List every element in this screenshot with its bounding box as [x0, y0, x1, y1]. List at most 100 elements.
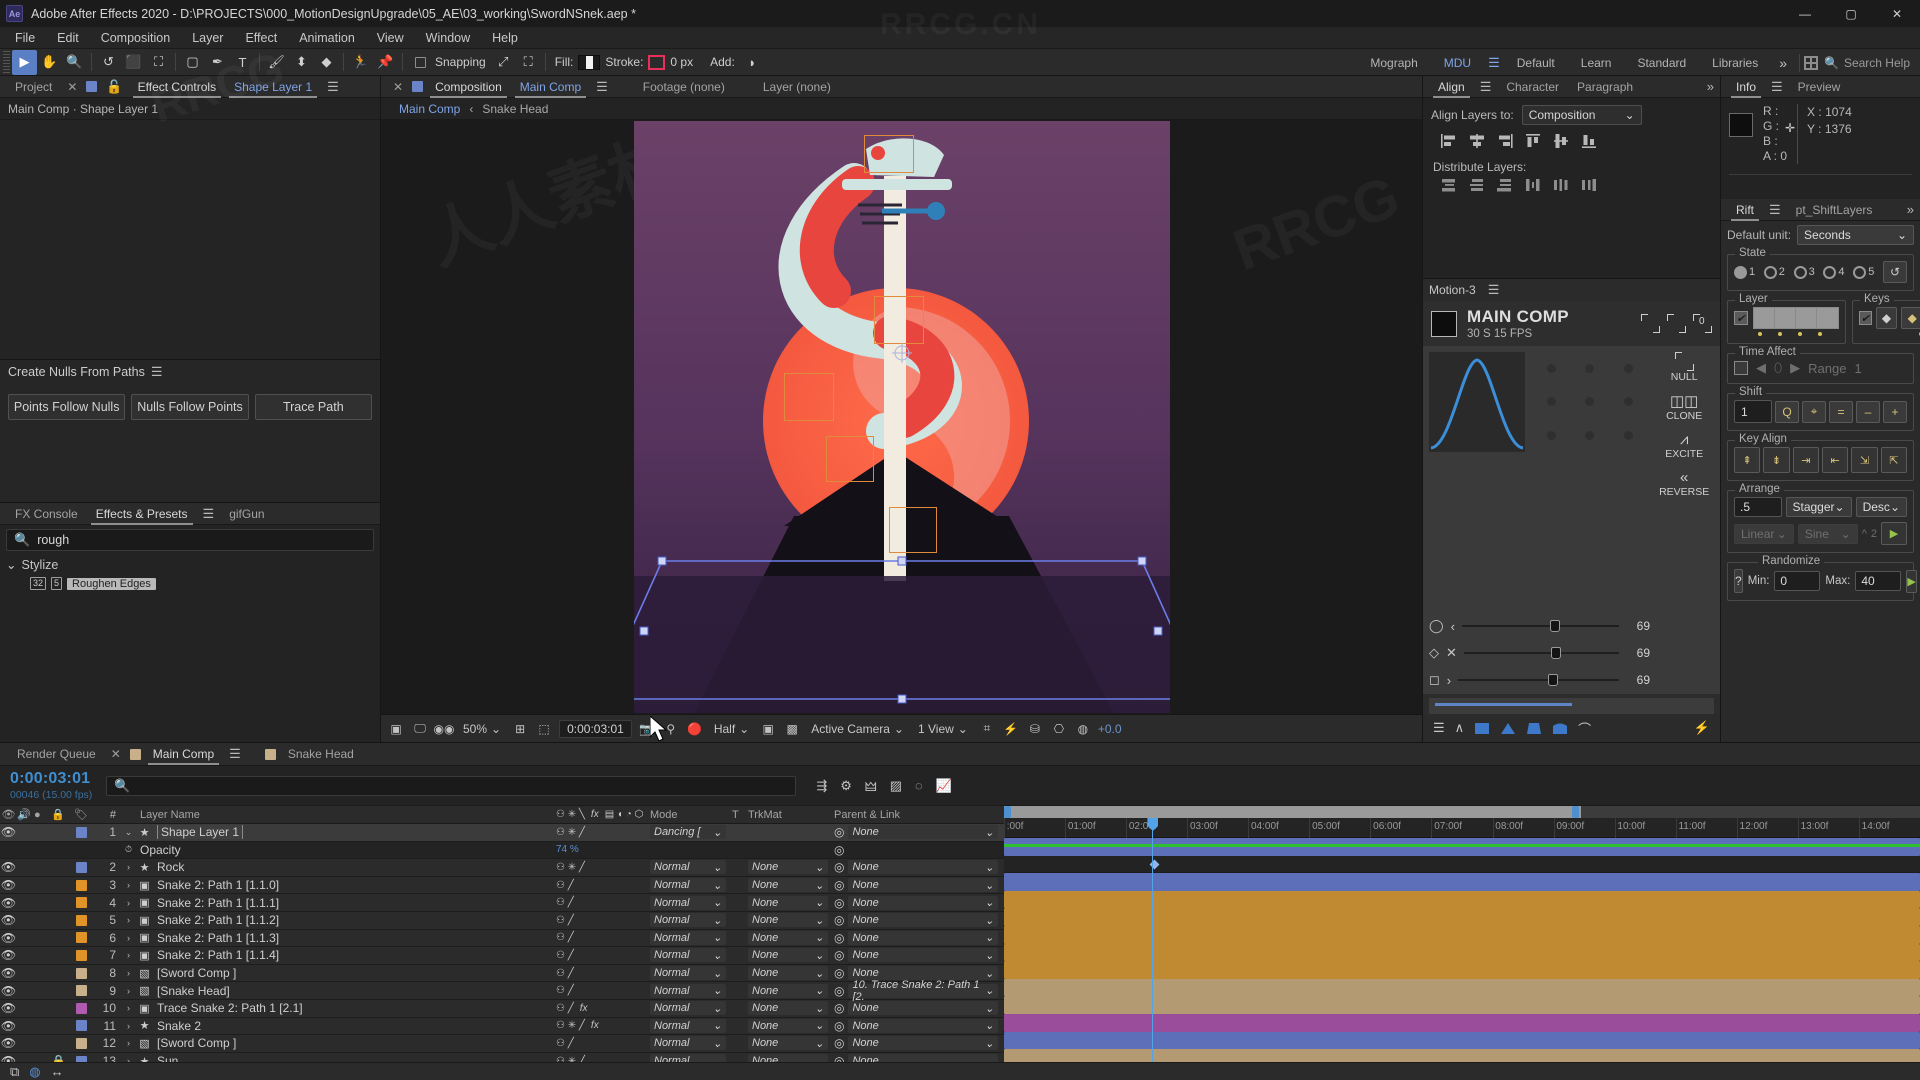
parent-pickwhip-icon[interactable]: ◎	[834, 1001, 844, 1015]
tab-snake-head[interactable]: Snake Head	[279, 743, 363, 765]
anchor-dot[interactable]	[1623, 430, 1633, 440]
trkmat-select[interactable]: None ⌄	[748, 1001, 828, 1016]
parent-select[interactable]: None ⌄	[848, 1054, 998, 1062]
arrange-mode-select[interactable]: Stagger ⌄	[1785, 497, 1852, 517]
lock-icon[interactable]: 🔓	[100, 79, 128, 95]
shift-q-button[interactable]: Q	[1775, 400, 1799, 423]
visibility-toggle-icon[interactable]: 👁	[0, 984, 17, 998]
tab-layer[interactable]: Layer (none)	[754, 76, 840, 98]
draft-3d-icon[interactable]: ⚙	[840, 778, 852, 794]
trkmat-select[interactable]: None ⌄	[748, 878, 828, 893]
distribute-bottom-icon[interactable]	[1495, 176, 1515, 194]
minimize-icon[interactable]: —	[1782, 0, 1828, 27]
blend-mode-select[interactable]: Normal ⌄	[650, 930, 726, 945]
layer-name[interactable]: Sun	[157, 1054, 178, 1062]
panel-menu-icon[interactable]: ☰	[1765, 79, 1789, 95]
arrange-run-button[interactable]: ▶	[1881, 522, 1908, 545]
align-center-vertical-icon[interactable]	[1551, 132, 1571, 150]
hide-shy-layers-icon[interactable]: 🜲	[865, 773, 877, 799]
panel-menu-icon[interactable]: ☰	[145, 364, 169, 380]
layer-name[interactable]: [Sword Comp ]	[157, 966, 236, 980]
randomize-run-button[interactable]: ▶	[1906, 569, 1917, 593]
table-row[interactable]: 👁 4 › ▣ Snake 2: Path 1 [1.1.1] ⚇ ╱ Normal ⌄ No…	[0, 894, 1004, 912]
visibility-toggle-icon[interactable]: 👁	[0, 1019, 17, 1033]
layout-grid-icon[interactable]	[1804, 55, 1818, 70]
parent-pickwhip-icon[interactable]: ◎	[834, 860, 844, 874]
expand-layer-icon[interactable]: ›	[121, 880, 136, 890]
slider-value[interactable]: 69	[1626, 646, 1650, 660]
toolbar-grip-icon[interactable]	[3, 51, 10, 73]
expand-layer-icon[interactable]: ›	[121, 986, 136, 996]
expand-layer-icon[interactable]: ›	[121, 1003, 136, 1013]
stroke-swatch[interactable]	[648, 54, 666, 70]
timeline-track[interactable]	[1004, 1013, 1920, 1032]
anchor-dot[interactable]	[1546, 364, 1556, 374]
ease-power-value[interactable]: 2	[1871, 528, 1877, 540]
parent-pickwhip-icon[interactable]: ◎	[834, 1054, 844, 1062]
timeline-search-box[interactable]: 🔍	[106, 775, 797, 796]
key-align-3-icon[interactable]: ⇥	[1792, 447, 1819, 473]
label-color-swatch[interactable]	[75, 1037, 87, 1049]
layer-switches[interactable]: ⚇ ╱	[550, 950, 650, 961]
ease-type-select[interactable]: Linear ⌄	[1734, 523, 1794, 544]
layer-name[interactable]: Snake 2: Path 1 [1.1.0]	[157, 878, 279, 892]
blend-mode-select[interactable]: Normal ⌄	[650, 948, 726, 963]
workspace-learn[interactable]: Learn	[1568, 49, 1625, 76]
layer-switches[interactable]: ⚇ ╱	[550, 880, 650, 891]
tab-paragraph[interactable]: Paragraph	[1568, 76, 1642, 98]
zoom-level-select[interactable]: 50% ⌄	[459, 720, 505, 738]
expand-layer-icon[interactable]: ›	[121, 933, 136, 943]
lock-toggle-icon[interactable]: 🔒	[51, 1054, 68, 1062]
reset-state-icon[interactable]: ↺	[1882, 261, 1907, 283]
hand-tool-icon[interactable]: ✋	[37, 50, 62, 75]
shape-trapezoid-icon[interactable]	[1526, 722, 1542, 735]
bolt-icon[interactable]: ⚡	[1694, 720, 1710, 736]
anchor-dot[interactable]	[1585, 364, 1595, 374]
breadcrumb-snake-head[interactable]: Snake Head	[482, 102, 548, 116]
trkmat-select[interactable]: None ⌄	[748, 1018, 828, 1033]
close-icon[interactable]: ✕	[61, 80, 83, 94]
layer-duration-bar[interactable]	[1004, 908, 1920, 926]
tab-shape-layer-1[interactable]: Shape Layer 1	[225, 76, 321, 98]
expand-layer-icon[interactable]: ›	[121, 915, 136, 925]
parent-pickwhip-icon[interactable]: ◎	[834, 843, 844, 857]
parent-select[interactable]: None ⌄	[848, 930, 998, 945]
trkmat-select[interactable]: None ⌄	[748, 930, 828, 945]
work-area-bar[interactable]	[1004, 806, 1920, 818]
layer-name[interactable]: Snake 2: Path 1 [1.1.2]	[157, 913, 279, 927]
stroke-width-value[interactable]: 0 px	[670, 55, 693, 69]
timeline-track[interactable]	[1004, 925, 1920, 944]
blend-mode-select[interactable]: Normal ⌄	[650, 983, 726, 998]
keys-checkbox-icon[interactable]: ✔	[1859, 311, 1872, 325]
shift-input[interactable]: 1	[1734, 400, 1772, 423]
blend-mode-select[interactable]: Normal ⌄	[650, 966, 726, 981]
blend-mode-select[interactable]: Normal ⌄	[650, 913, 726, 928]
label-color-swatch[interactable]	[75, 985, 87, 997]
layer-switches[interactable]: ⚇ ✳ ╱	[550, 862, 650, 873]
slider-track[interactable]	[1463, 647, 1619, 659]
parent-pickwhip-icon[interactable]: ◎	[834, 948, 844, 962]
arrow-mode-icon[interactable]	[1667, 314, 1686, 333]
rectangle-tool-icon[interactable]: ▢	[180, 50, 205, 75]
anchor-dot[interactable]	[1546, 430, 1556, 440]
close-small-icon[interactable]: ✕	[1446, 645, 1457, 661]
type-tool-icon[interactable]: T	[230, 50, 255, 75]
parent-select[interactable]: None ⌄	[848, 878, 998, 893]
tab-pt-shiftlayers[interactable]: pt_ShiftLayers	[1787, 199, 1882, 221]
slider-knob[interactable]	[1550, 647, 1561, 659]
easing-curve-preview[interactable]	[1429, 352, 1525, 452]
table-row[interactable]: 👁 5 › ▣ Snake 2: Path 1 [1.1.2] ⚇ ╱ Normal ⌄ No…	[0, 911, 1004, 930]
visibility-toggle-icon[interactable]: 👁	[0, 878, 17, 892]
trkmat-select[interactable]: None ⌄	[748, 895, 828, 910]
layer-duration-bar[interactable]	[1004, 890, 1920, 909]
parent-select[interactable]: None ⌄	[848, 825, 998, 840]
add-shape-icon[interactable]: ◗	[740, 50, 765, 75]
parent-select[interactable]: None ⌄	[848, 1018, 998, 1033]
curve-icon[interactable]: ⌒	[1578, 719, 1591, 738]
anchor-dot[interactable]	[1623, 364, 1633, 374]
snapping-mode-icon[interactable]: ⤢	[491, 50, 516, 75]
table-row[interactable]: 👁 🔒 13 › ★ Sun ⚇ ✳ ╱ Normal ⌄ None ⌄ ◎ None ⌄	[0, 1052, 1004, 1062]
layer-mode-4-icon[interactable]	[1817, 308, 1838, 328]
label-color-swatch[interactable]	[75, 1002, 87, 1014]
layer-name[interactable]: [Sword Comp ]	[157, 1036, 236, 1050]
